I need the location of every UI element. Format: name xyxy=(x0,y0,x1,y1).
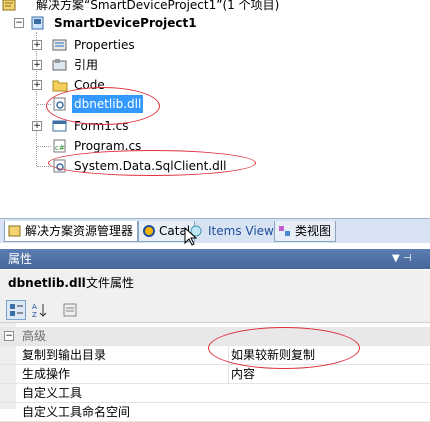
sort-alpha-icon: A Z xyxy=(32,303,47,319)
catalog-icon xyxy=(143,225,155,237)
annotation-ellipse xyxy=(46,87,160,125)
tab-class-view[interactable]: 类视图 xyxy=(274,221,337,242)
object-type: 文件属性 xyxy=(86,276,135,290)
svg-text:A: A xyxy=(32,303,37,311)
tree-solution-label: 解决方案“SmartDeviceProject1”(1 个项目) xyxy=(36,0,280,12)
property-row[interactable]: 生成操作 内容 xyxy=(0,365,430,384)
class-view-icon xyxy=(279,226,290,236)
property-name: 生成操作 xyxy=(22,367,71,381)
project-icon xyxy=(31,16,44,30)
properties-icon xyxy=(52,39,67,51)
folder-icon xyxy=(52,80,68,92)
collapse-icon[interactable]: − xyxy=(4,331,14,341)
form-icon xyxy=(52,120,67,132)
properties-title-bar: 属性 ▼ ⊣ xyxy=(0,249,430,269)
property-name: 自定义工具命名空间 xyxy=(22,405,131,419)
tab-label: Items View xyxy=(208,224,274,238)
references-icon xyxy=(52,59,67,71)
tree-item-label: Properties xyxy=(74,38,135,52)
explorer-tab-strip: 解决方案资源管理器 Catal Items View 类视图 xyxy=(0,218,430,246)
cs-file-icon: c# xyxy=(53,139,66,153)
expand-icon[interactable]: + xyxy=(32,121,42,131)
expand-icon[interactable]: + xyxy=(32,60,42,70)
property-name: 自定义工具 xyxy=(22,386,83,400)
tree-project-label: SmartDeviceProject1 xyxy=(54,16,197,30)
property-pages-icon xyxy=(63,303,77,317)
solution-explorer-icon xyxy=(8,225,21,237)
properties-title: 属性 xyxy=(8,252,33,266)
annotation-ellipse xyxy=(208,327,360,369)
tab-solution-explorer[interactable]: 解决方案资源管理器 xyxy=(4,221,139,242)
expand-icon[interactable]: + xyxy=(32,40,42,50)
tree-item-label: 引用 xyxy=(74,58,99,72)
categorized-icon xyxy=(10,304,23,316)
category-label: 高级 xyxy=(22,329,47,343)
tree-guide-line xyxy=(37,146,51,147)
expand-icon[interactable]: + xyxy=(32,80,42,90)
property-grid: − 高级 复制到输出目录 如果较新则复制 生成操作 内容 自定义工具 自定义工具… xyxy=(0,323,430,422)
solution-explorer-tree: 解决方案“SmartDeviceProject1”(1 个项目) − Smart… xyxy=(0,0,430,218)
svg-text:c#: c# xyxy=(55,144,65,152)
object-name: dbnetlib.dll xyxy=(8,276,86,290)
collapse-icon[interactable]: − xyxy=(14,18,24,28)
property-row[interactable]: 自定义工具命名空间 xyxy=(0,403,430,422)
properties-object-selector[interactable]: dbnetlib.dll 文件属性 xyxy=(0,270,430,296)
svg-text:Z: Z xyxy=(32,311,37,319)
property-row[interactable]: 自定义工具 xyxy=(0,384,430,403)
annotation-ellipse xyxy=(48,150,256,176)
tab-label: 解决方案资源管理器 xyxy=(25,224,134,238)
solution-icon xyxy=(2,0,16,11)
property-name: 复制到输出目录 xyxy=(22,348,107,362)
pin-icon[interactable]: ▼ ⊣ xyxy=(392,249,412,269)
categorized-button[interactable] xyxy=(6,300,26,320)
mouse-cursor-icon xyxy=(184,227,198,246)
tree-guide-line xyxy=(37,166,51,167)
tab-label: 类视图 xyxy=(295,224,332,238)
alphabetical-button[interactable]: A Z xyxy=(30,300,50,320)
properties-toolbar: A Z xyxy=(0,296,430,323)
property-pages-button[interactable] xyxy=(60,300,80,320)
